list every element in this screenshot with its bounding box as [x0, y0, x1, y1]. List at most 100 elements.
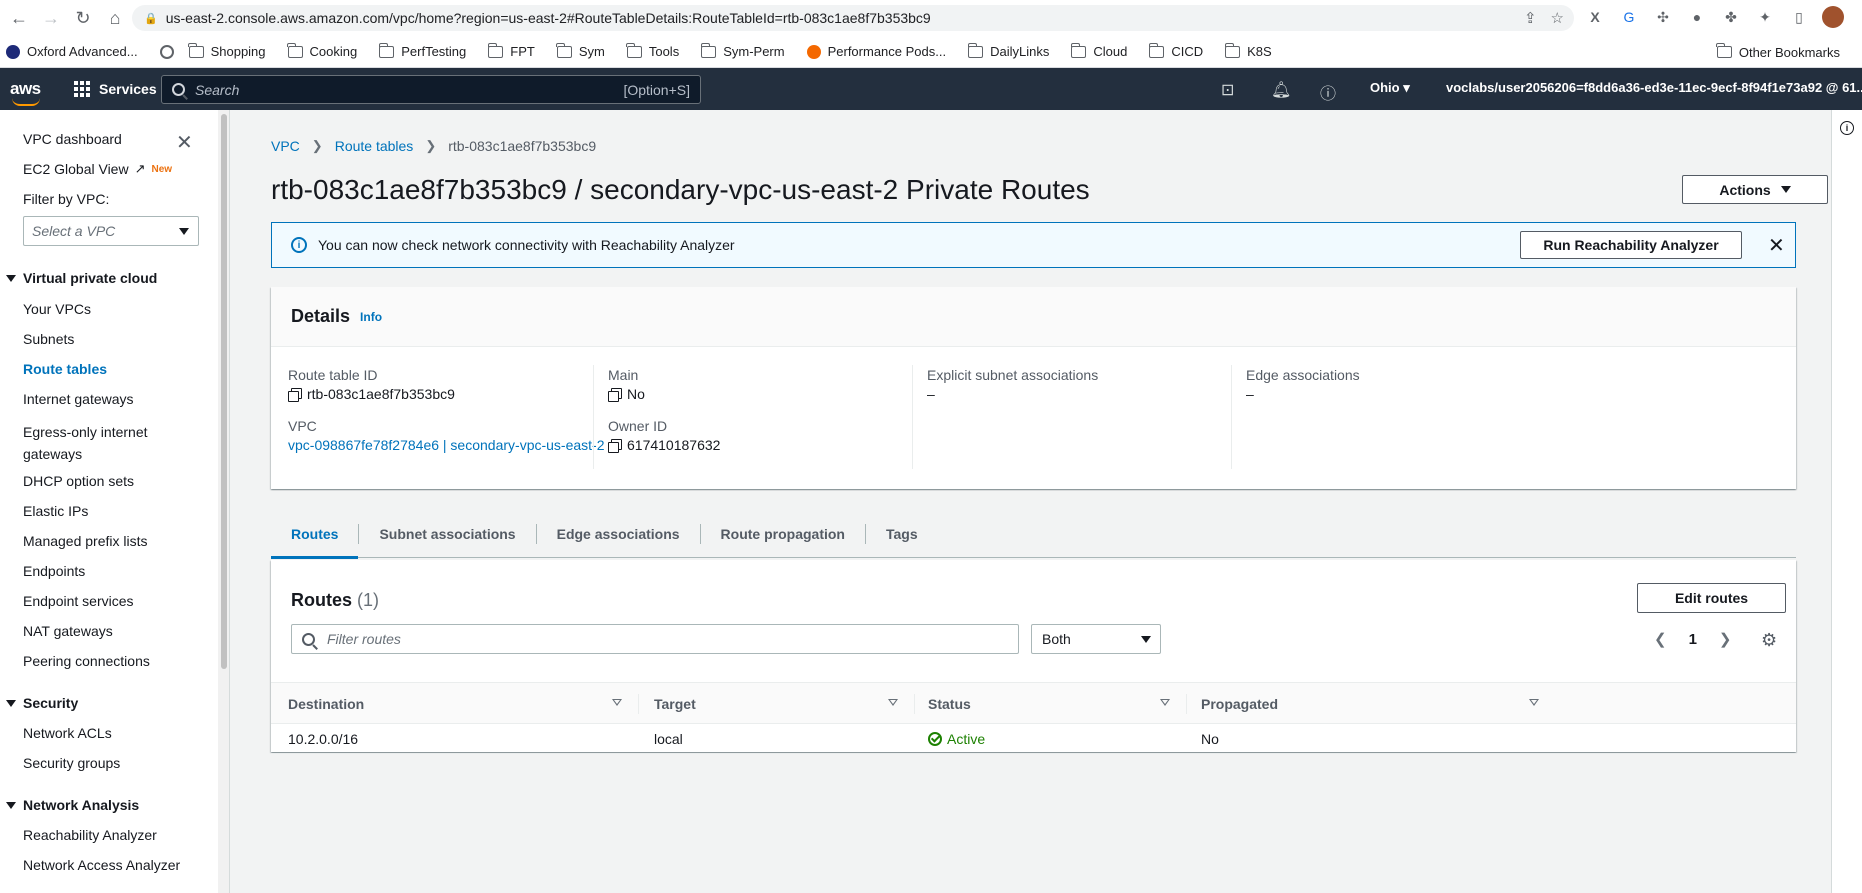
sidebar-item-peering-connections[interactable]: Peering connections — [23, 653, 150, 669]
copy-icon[interactable] — [608, 387, 622, 402]
sidebar-item-network-access-analyzer[interactable]: Network Access Analyzer — [23, 857, 180, 873]
address-bar[interactable]: 🔒 us-east-2.console.aws.amazon.com/vpc/h… — [132, 5, 1574, 31]
extension-fan-icon[interactable]: ✤ — [1720, 6, 1742, 28]
bookmark-folder-shopping[interactable]: Shopping — [188, 42, 266, 59]
bookmark-performance-pods[interactable]: Performance Pods... — [806, 44, 946, 59]
tab-edge-associations[interactable]: Edge associations — [537, 510, 700, 558]
bookmark-folder-perftesting[interactable]: PerfTesting — [378, 42, 466, 59]
sidebar-item-egress-only-internet-gateways[interactable]: Egress-only internet gateways — [23, 421, 148, 465]
tab-tags[interactable]: Tags — [866, 510, 938, 558]
reload-icon[interactable]: ↻ — [70, 5, 96, 31]
info-icon[interactable]: i — [1840, 121, 1854, 135]
table-row[interactable]: 10.2.0.0/16 local Active No — [271, 724, 1796, 754]
sidebar-item-subnets[interactable]: Subnets — [23, 331, 74, 347]
bookmark-folder-cicd[interactable]: CICD — [1148, 42, 1203, 59]
filter-routes-input[interactable]: Filter routes — [291, 624, 1019, 654]
sidebar-scrollbar[interactable] — [218, 110, 230, 893]
folder-icon — [1224, 42, 1241, 58]
info-link[interactable]: Info — [360, 310, 382, 324]
column-propagated[interactable]: Propagated — [1201, 683, 1278, 725]
column-destination[interactable]: Destination — [288, 683, 364, 725]
bookmark-folder-cooking[interactable]: Cooking — [287, 42, 357, 59]
column-status[interactable]: Status — [928, 683, 971, 725]
sidebar-item-security-groups[interactable]: Security groups — [23, 755, 120, 771]
cell-target: local — [654, 731, 683, 747]
region-selector[interactable]: Ohio ▾ — [1370, 80, 1410, 96]
section-security[interactable]: Security — [6, 695, 78, 711]
close-icon[interactable]: ✕ — [1768, 233, 1785, 258]
vpc-link[interactable]: vpc-098867fe78f2784e6 | secondary-vpc-us… — [288, 437, 605, 453]
sidebar-item-ec2-global-view[interactable]: EC2 Global View ↗ New — [23, 161, 172, 177]
profile-avatar[interactable] — [1822, 6, 1844, 28]
route-scope-select[interactable]: Both — [1031, 624, 1161, 654]
sidebar-item-elastic-ips[interactable]: Elastic IPs — [23, 503, 88, 519]
cloudshell-icon[interactable]: ⊡ — [1221, 80, 1234, 100]
copy-icon[interactable] — [288, 387, 302, 402]
extension-gear-icon[interactable]: ✣ — [1652, 6, 1674, 28]
section-network-analysis[interactable]: Network Analysis — [6, 797, 139, 813]
column-target[interactable]: Target — [654, 683, 696, 725]
section-virtual-private-cloud[interactable]: Virtual private cloud — [6, 270, 157, 286]
vpc-filter-select[interactable]: Select a VPC — [23, 216, 199, 246]
extension-x-icon[interactable]: X — [1584, 6, 1606, 28]
sort-icon[interactable] — [1160, 699, 1170, 706]
search-input[interactable]: Search [Option+S] — [161, 75, 701, 104]
sidepanel-icon[interactable]: ▯ — [1788, 6, 1810, 28]
menu-kebab-icon[interactable]: ⋮ — [1856, 6, 1862, 28]
bookmark-folder-sym[interactable]: Sym — [556, 42, 605, 59]
account-menu[interactable]: voclabs/user2056206=f8dd6a36-ed3e-11ec-9… — [1446, 80, 1862, 96]
bookmark-folder-sym-perm[interactable]: Sym-Perm — [700, 42, 785, 59]
bookmark-folder-k8s[interactable]: K8S — [1224, 42, 1272, 59]
sidebar-item-your-vpcs[interactable]: Your VPCs — [23, 301, 91, 317]
sidebar-item-endpoints[interactable]: Endpoints — [23, 563, 85, 579]
sidebar-item-route-tables[interactable]: Route tables — [23, 361, 107, 377]
sidebar-item-endpoint-services[interactable]: Endpoint services — [23, 593, 134, 609]
bookmark-folder-tools[interactable]: Tools — [626, 42, 679, 59]
tab-bar: Routes Subnet associations Edge associat… — [271, 510, 1796, 559]
close-icon[interactable]: ✕ — [176, 130, 193, 155]
home-icon[interactable]: ⌂ — [102, 5, 128, 31]
breadcrumb-vpc[interactable]: VPC — [271, 138, 300, 154]
scrollbar-thumb[interactable] — [221, 114, 227, 669]
puzzle-icon[interactable]: ✦ — [1754, 6, 1776, 28]
run-reachability-analyzer-button[interactable]: Run Reachability Analyzer — [1520, 231, 1742, 259]
bookmarks-bar: Oxford Advanced... Shopping Cooking Perf… — [0, 36, 1862, 68]
actions-button[interactable]: Actions — [1682, 175, 1828, 204]
sidebar-item-network-acls[interactable]: Network ACLs — [23, 725, 112, 741]
services-button[interactable]: Services — [74, 81, 157, 97]
tab-subnet-associations[interactable]: Subnet associations — [359, 510, 535, 558]
sort-icon[interactable] — [612, 699, 622, 706]
sidebar-item-internet-gateways[interactable]: Internet gateways — [23, 391, 134, 407]
bookmark-star-icon[interactable]: ☆ — [1551, 9, 1564, 27]
extension-circle-icon[interactable]: ● — [1686, 6, 1708, 28]
edit-routes-button[interactable]: Edit routes — [1637, 583, 1786, 613]
bookmark-folder-fpt[interactable]: FPT — [487, 42, 535, 59]
sort-icon[interactable] — [888, 699, 898, 706]
bookmark-folder-cloud[interactable]: Cloud — [1070, 42, 1127, 59]
sidebar-item-nat-gateways[interactable]: NAT gateways — [23, 623, 113, 639]
bookmark-oxford[interactable]: Oxford Advanced... — [6, 44, 138, 59]
translate-icon[interactable]: G — [1618, 6, 1640, 28]
sort-icon[interactable] — [1529, 699, 1539, 706]
other-bookmarks[interactable]: Other Bookmarks — [1716, 36, 1840, 68]
share-icon[interactable]: ⇪ — [1524, 9, 1537, 27]
chevron-left-icon[interactable]: ❮ — [1654, 630, 1667, 648]
aws-logo[interactable]: aws — [10, 79, 44, 106]
gear-icon[interactable]: ⚙ — [1761, 630, 1777, 651]
chevron-right-icon[interactable]: ❯ — [1719, 630, 1732, 648]
bookmark-globe[interactable] — [159, 44, 181, 59]
page-number[interactable]: 1 — [1689, 631, 1697, 648]
tab-route-propagation[interactable]: Route propagation — [701, 510, 865, 558]
copy-icon[interactable] — [608, 438, 622, 453]
notifications-bell-icon[interactable]: 🔔︎ — [1271, 80, 1291, 100]
sidebar-item-reachability-analyzer[interactable]: Reachability Analyzer — [23, 827, 157, 843]
bookmark-folder-dailylinks[interactable]: DailyLinks — [967, 42, 1049, 59]
forward-icon[interactable]: → — [38, 5, 64, 31]
sidebar-item-dhcp-option-sets[interactable]: DHCP option sets — [23, 473, 134, 489]
breadcrumb-route-tables[interactable]: Route tables — [335, 138, 414, 154]
back-icon[interactable]: ← — [6, 5, 32, 31]
tab-routes[interactable]: Routes — [271, 510, 359, 559]
sidebar-item-vpc-dashboard[interactable]: VPC dashboard — [23, 131, 122, 147]
help-icon[interactable]: ⓘ — [1320, 80, 1336, 104]
sidebar-item-managed-prefix-lists[interactable]: Managed prefix lists — [23, 533, 148, 549]
